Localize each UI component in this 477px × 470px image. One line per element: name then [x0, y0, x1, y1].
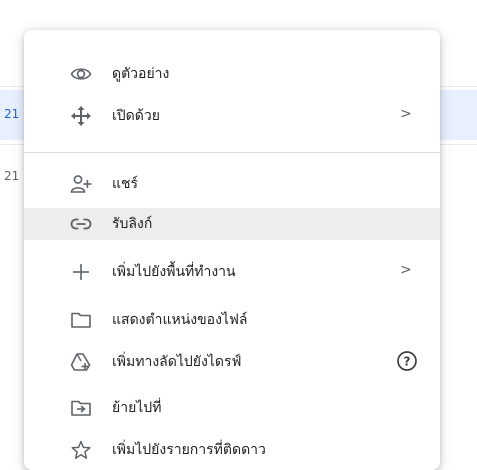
menu-item-add-to-workspace[interactable]: เพิ่มไปยังพื้นที่ทำงาน > [24, 256, 440, 288]
menu-item-preview[interactable]: ดูตัวอย่าง [24, 58, 440, 90]
menu-item-open-with[interactable]: เปิดด้วย > [24, 100, 440, 132]
help-icon[interactable]: ? [396, 350, 418, 372]
drive-shortcut-icon [70, 352, 92, 372]
menu-item-label: เปิดด้วย [112, 108, 160, 124]
file-row-date: 21 [4, 169, 20, 183]
menu-item-move-to[interactable]: ย้ายไปที่ [24, 392, 440, 424]
menu-item-label: ย้ายไปที่ [112, 400, 162, 416]
menu-item-label: รับลิงก์ [112, 216, 153, 232]
menu-item-add-to-starred[interactable]: เพิ่มไปยังรายการที่ติดดาว [24, 434, 440, 466]
top-bar [0, 0, 477, 34]
menu-item-label: เพิ่มทางลัดไปยังไดรฟ์ [112, 354, 242, 370]
menu-item-label: เพิ่มไปยังพื้นที่ทำงาน [112, 264, 236, 280]
star-icon [70, 440, 92, 460]
menu-divider [24, 152, 440, 153]
folder-icon [70, 310, 92, 330]
menu-item-label: แสดงตำแหน่งของไฟล์ [112, 312, 248, 328]
menu-item-share[interactable]: แชร์ [24, 168, 440, 200]
menu-item-label: แชร์ [112, 176, 139, 192]
plus-icon [70, 262, 92, 282]
context-menu: ดูตัวอย่าง เปิดด้วย > แชร์ รับลิงก์ เพิ่… [24, 30, 440, 470]
menu-item-get-link[interactable]: รับลิงก์ [24, 208, 440, 240]
menu-item-label: ดูตัวอย่าง [112, 66, 170, 82]
submenu-arrow-icon: > [400, 106, 412, 122]
person-add-icon [70, 174, 92, 194]
menu-item-add-shortcut-to-drive[interactable]: เพิ่มทางลัดไปยังไดรฟ์ ? [24, 346, 440, 378]
move-arrows-icon [70, 106, 92, 126]
menu-item-label: เพิ่มไปยังรายการที่ติดดาว [112, 442, 266, 458]
move-to-folder-icon [70, 398, 92, 418]
file-row-date: 21 [4, 107, 20, 121]
submenu-arrow-icon: > [400, 262, 412, 278]
link-icon [70, 214, 92, 234]
svg-text:?: ? [404, 355, 411, 369]
menu-item-show-file-location[interactable]: แสดงตำแหน่งของไฟล์ [24, 304, 440, 336]
eye-icon [70, 64, 92, 84]
